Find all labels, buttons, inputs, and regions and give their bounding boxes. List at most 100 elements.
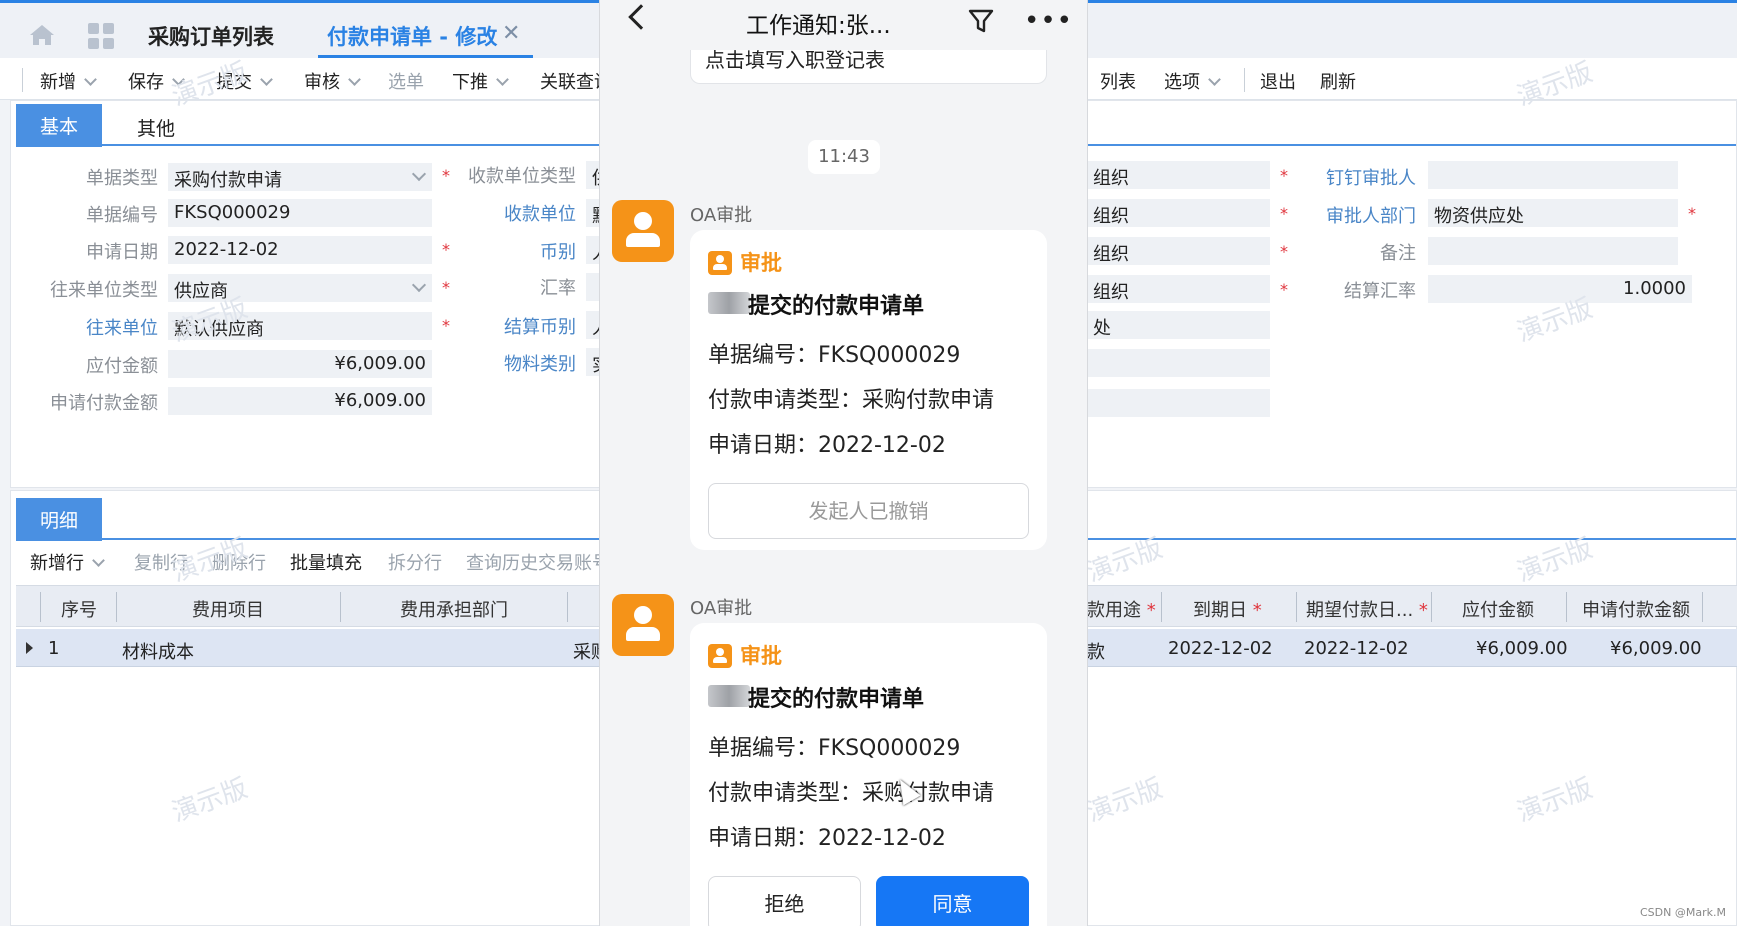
- contact-unit-label[interactable]: 往来单位: [40, 314, 158, 340]
- settle-rate-label: 结算汇率: [1344, 281, 1416, 302]
- tab-basic[interactable]: 基本: [16, 104, 103, 147]
- currency-label[interactable]: 币别: [440, 238, 576, 264]
- home-icon[interactable]: [28, 23, 56, 47]
- dept-field[interactable]: 处: [1087, 311, 1270, 339]
- card-request-type: 付款申请类型：采购付款申请: [708, 388, 995, 413]
- cell-seq[interactable]: 1: [48, 638, 59, 659]
- bill-type-value: 采购付款申请: [174, 170, 282, 191]
- col-due-date[interactable]: 到期日 *: [1193, 596, 1262, 622]
- column-separator: [1702, 592, 1703, 622]
- cell-due-date[interactable]: 2022-12-02: [1168, 638, 1273, 659]
- cell-purpose[interactable]: 款: [1087, 638, 1105, 664]
- tab-purchase-order-list[interactable]: 采购订单列表: [148, 21, 274, 51]
- row-selector-icon: [26, 642, 33, 654]
- push-down-label: 下推: [452, 72, 488, 93]
- split-row-button[interactable]: 拆分行: [388, 549, 442, 575]
- filter-icon[interactable]: [966, 6, 996, 36]
- col-expense-item[interactable]: 费用项目: [192, 596, 264, 622]
- col3-field-7[interactable]: [1087, 389, 1270, 417]
- more-icon[interactable]: •••: [1024, 6, 1073, 36]
- submit-button[interactable]: 提交: [216, 68, 273, 94]
- contact-type-value: 供应商: [174, 281, 228, 302]
- refresh-button[interactable]: 刷新: [1320, 68, 1356, 94]
- dingtalk-approver-label[interactable]: 钉钉审批人: [1290, 164, 1416, 190]
- submit-label: 提交: [216, 72, 252, 93]
- cell-expected-date[interactable]: 2022-12-02: [1304, 638, 1409, 659]
- payee-unit-label[interactable]: 收款单位: [440, 200, 576, 226]
- reject-button[interactable]: 拒绝: [708, 876, 861, 926]
- cell-payable[interactable]: ¥6,009.00: [1476, 638, 1568, 659]
- exchange-rate-label: 汇率: [540, 278, 576, 299]
- new-button[interactable]: 新增: [40, 68, 97, 94]
- audit-button[interactable]: 审核: [304, 68, 361, 94]
- col-seq[interactable]: 序号: [61, 596, 97, 622]
- card-title: 提交的付款申请单: [748, 687, 925, 712]
- tab-other[interactable]: 其他: [137, 114, 175, 141]
- card-apply-date: 申请日期：2022-12-02: [708, 433, 946, 458]
- payable-amount-field[interactable]: ¥6,009.00: [168, 350, 432, 378]
- col-payable[interactable]: 应付金额: [1462, 596, 1534, 622]
- copy-row-button[interactable]: 复制行: [134, 549, 188, 575]
- column-separator: [40, 592, 41, 622]
- close-tab-icon[interactable]: ✕: [502, 21, 520, 46]
- withdrawn-status-button: 发起人已撤销: [708, 483, 1029, 539]
- settle-rate-field[interactable]: 1.0000: [1428, 275, 1692, 303]
- col-purpose[interactable]: 款用途 *: [1087, 596, 1156, 622]
- toolbar-separator: [22, 68, 23, 92]
- delete-row-button[interactable]: 删除行: [212, 549, 266, 575]
- bill-type-select[interactable]: 采购付款申请: [168, 163, 432, 191]
- payee-type-label: 收款单位类型: [468, 166, 576, 187]
- message-timestamp: 11:43: [808, 140, 880, 174]
- bill-no-field[interactable]: FKSQ000029: [168, 199, 432, 227]
- payable-amount-label: 应付金额: [86, 356, 158, 377]
- chevron-down-icon: [1208, 73, 1221, 86]
- remark-field[interactable]: [1428, 237, 1678, 265]
- exit-button[interactable]: 退出: [1260, 68, 1296, 94]
- bill-no-label: 单据编号: [86, 205, 158, 226]
- chat-title: 工作通知:张...: [746, 13, 891, 39]
- tab-payment-request-edit[interactable]: 付款申请单 - 修改: [327, 21, 497, 51]
- apps-grid-icon[interactable]: [88, 23, 114, 49]
- select-bill-button[interactable]: 选单: [388, 68, 424, 94]
- approver-dept-label[interactable]: 审批人部门: [1290, 202, 1416, 228]
- col-expected-date[interactable]: 期望付款日... *: [1306, 596, 1428, 622]
- cell-apply-amount[interactable]: ¥6,009.00: [1610, 638, 1702, 659]
- apply-pay-amount-field[interactable]: ¥6,009.00: [168, 387, 432, 415]
- chevron-down-icon: [411, 166, 427, 182]
- apply-date-label: 申请日期: [86, 242, 158, 263]
- org-field-4[interactable]: 组织: [1087, 275, 1270, 303]
- dingtalk-approver-field[interactable]: [1428, 161, 1678, 189]
- col-apply-amount[interactable]: 申请付款金额: [1582, 596, 1690, 622]
- col3-field-6[interactable]: [1087, 349, 1270, 377]
- org-field-3[interactable]: 组织: [1087, 237, 1270, 265]
- approve-button[interactable]: 同意: [876, 876, 1029, 926]
- contact-unit-field[interactable]: 默认供应商: [168, 312, 432, 340]
- settle-currency-label[interactable]: 结算币别: [440, 313, 576, 339]
- save-button[interactable]: 保存: [128, 68, 185, 94]
- tab-detail[interactable]: 明细: [16, 498, 103, 541]
- apply-date-field[interactable]: 2022-12-02: [168, 236, 432, 264]
- org-field-2[interactable]: 组织: [1087, 199, 1270, 227]
- push-down-button[interactable]: 下推: [452, 68, 509, 94]
- new-label: 新增: [40, 72, 76, 93]
- options-button[interactable]: 选项: [1164, 68, 1221, 94]
- oa-approval-avatar[interactable]: [612, 594, 674, 656]
- history-account-button[interactable]: 查询历史交易账号: [466, 549, 600, 575]
- org-field-1[interactable]: 组织: [1087, 161, 1270, 189]
- material-category-label[interactable]: 物料类别: [440, 350, 576, 376]
- column-separator: [1566, 592, 1567, 622]
- chevron-down-icon: [411, 277, 427, 293]
- approver-dept-field[interactable]: 物资供应处: [1428, 199, 1678, 227]
- list-button[interactable]: 列表: [1100, 68, 1136, 94]
- oa-approval-avatar[interactable]: [612, 200, 674, 262]
- contact-type-select[interactable]: 供应商: [168, 274, 432, 302]
- approval-card[interactable]: 审批 提交的付款申请单 单据编号：FKSQ000029 付款申请类型：采购付款申…: [690, 623, 1047, 926]
- approval-tag-icon: [708, 644, 732, 668]
- add-row-button[interactable]: 新增行: [30, 549, 105, 575]
- batch-fill-button[interactable]: 批量填充: [290, 549, 362, 575]
- cell-expense-item[interactable]: 材料成本: [122, 638, 194, 664]
- col-expense-dept[interactable]: 费用承担部门: [400, 596, 508, 622]
- previous-message-card[interactable]: 点击填写入职登记表: [690, 50, 1047, 84]
- approval-card[interactable]: 审批 提交的付款申请单 单据编号：FKSQ000029 付款申请类型：采购付款申…: [690, 230, 1047, 550]
- back-icon[interactable]: [628, 4, 654, 30]
